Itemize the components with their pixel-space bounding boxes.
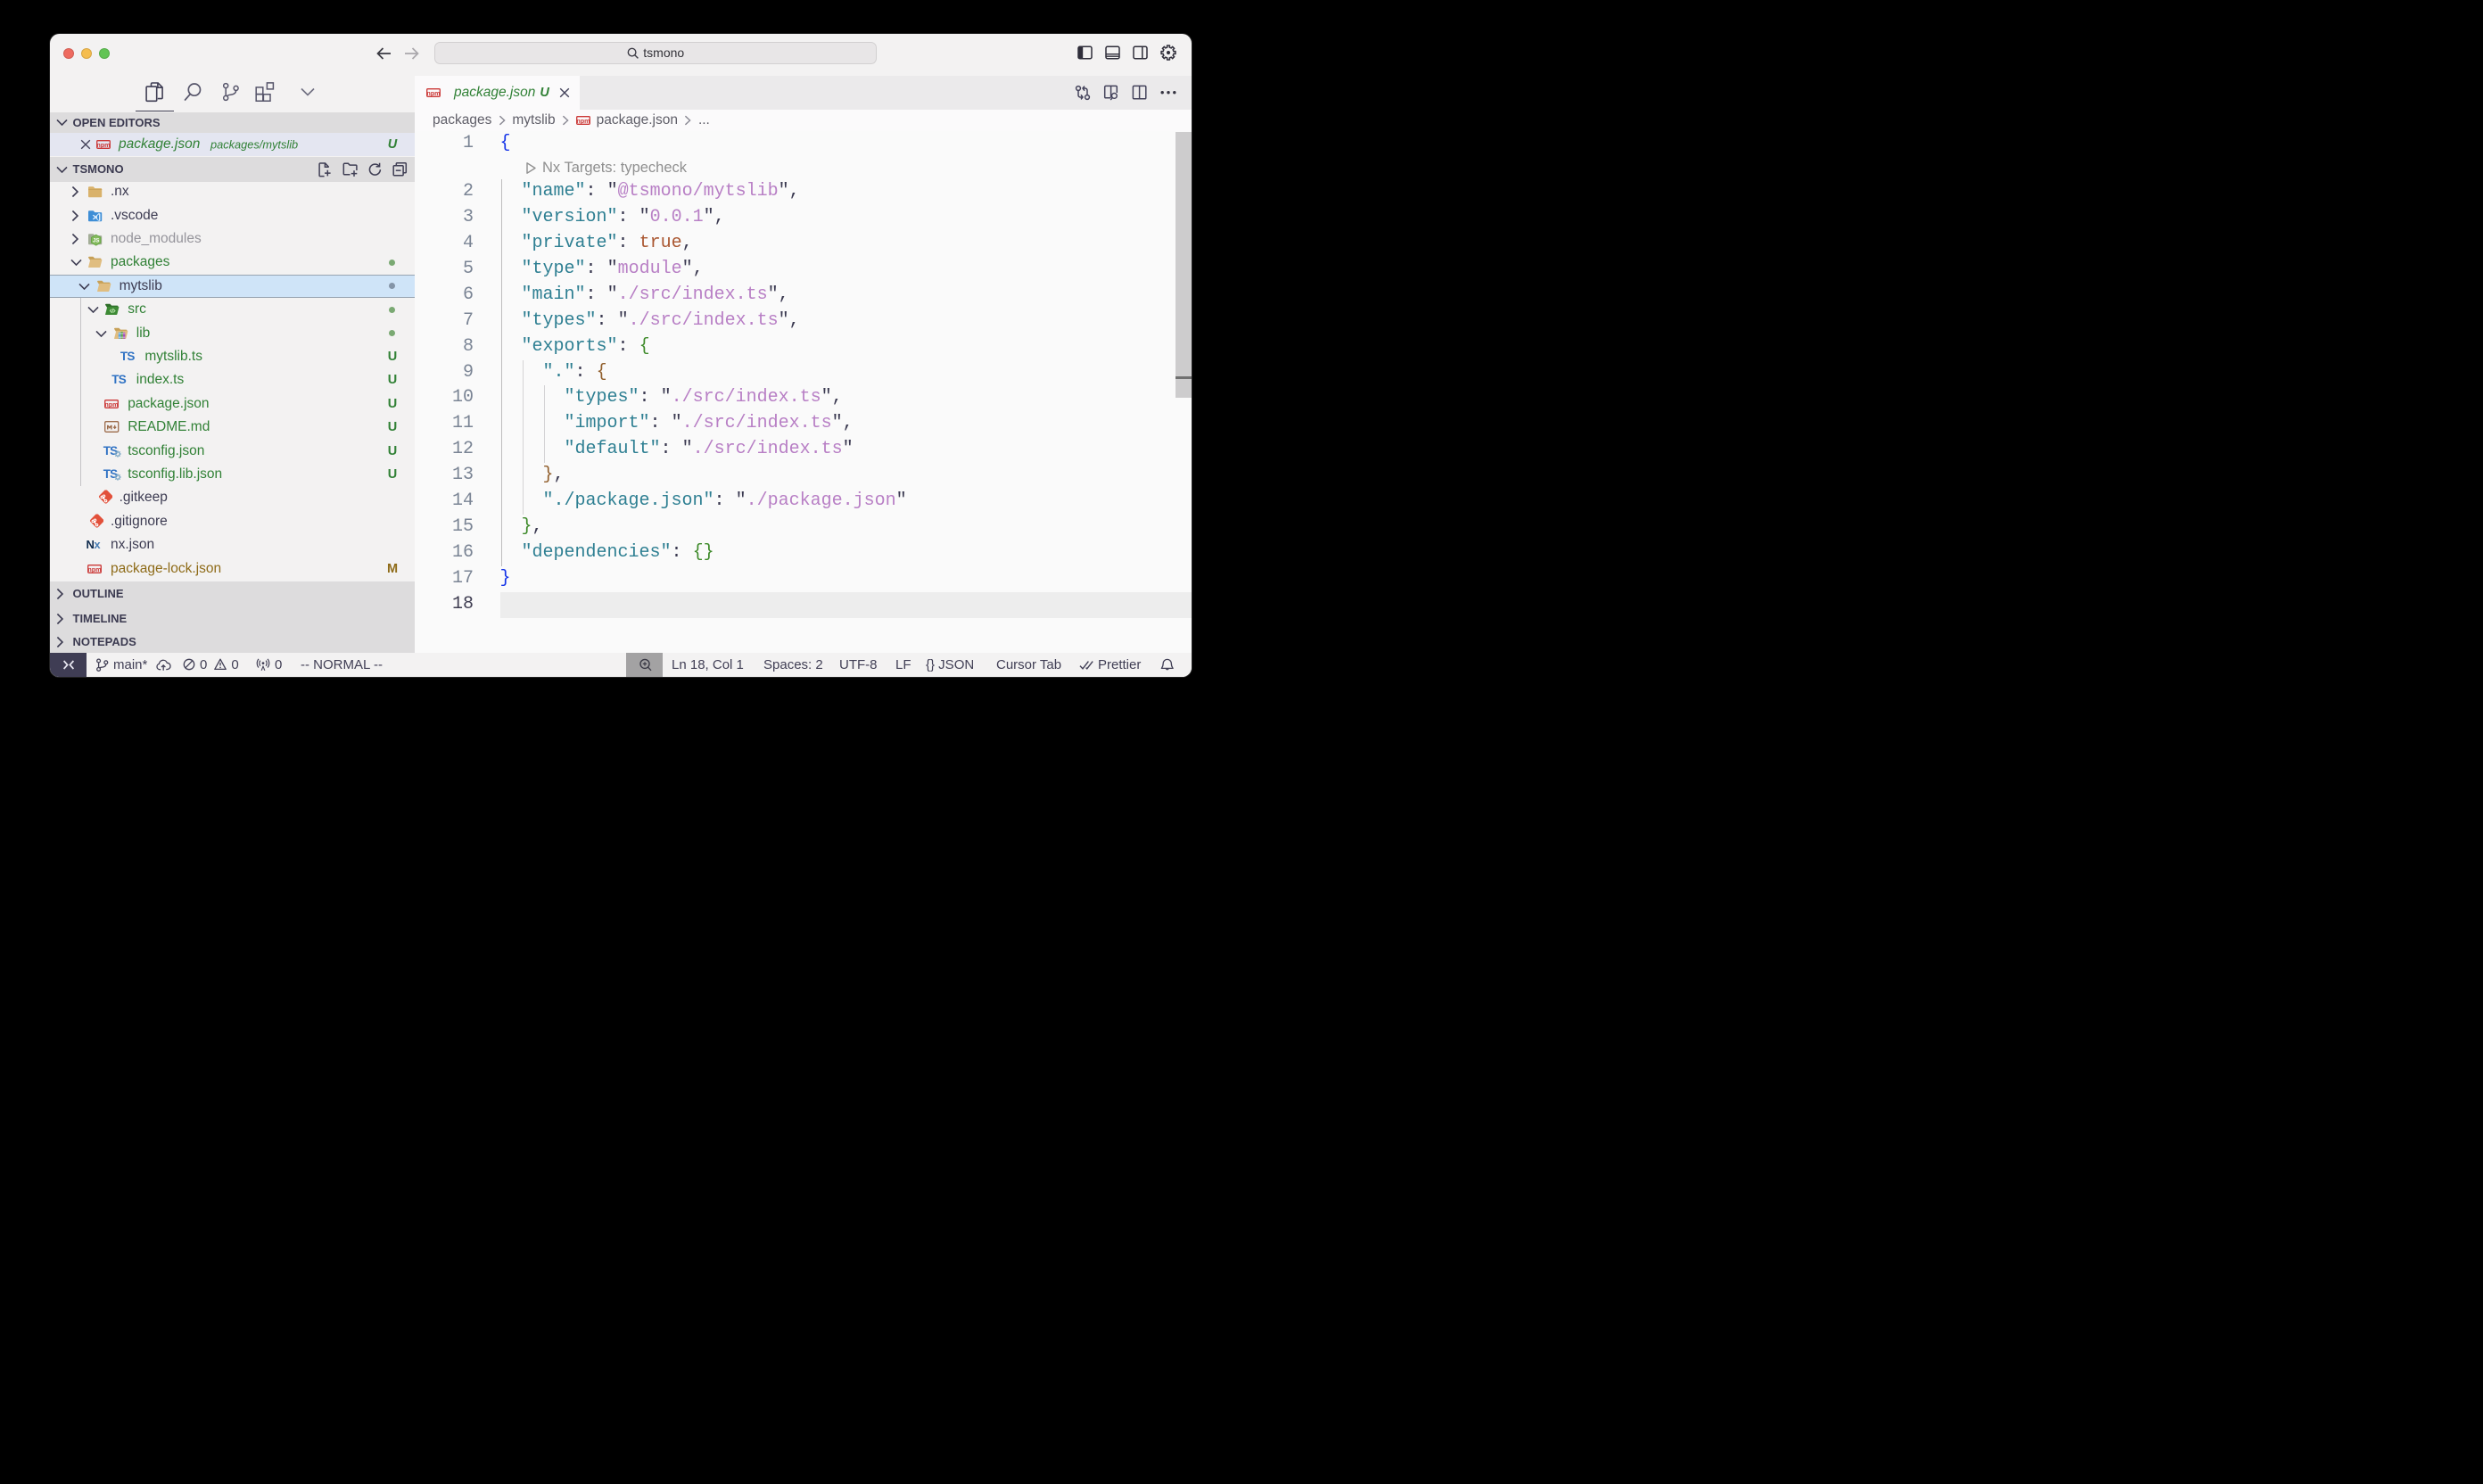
svg-text:npm: npm: [87, 565, 101, 573]
svg-text:npm: npm: [426, 89, 440, 97]
svg-text:npm: npm: [96, 141, 110, 149]
svg-text:npm: npm: [105, 400, 119, 408]
svg-text:JS: JS: [93, 239, 99, 244]
svg-text:npm: npm: [576, 117, 590, 125]
